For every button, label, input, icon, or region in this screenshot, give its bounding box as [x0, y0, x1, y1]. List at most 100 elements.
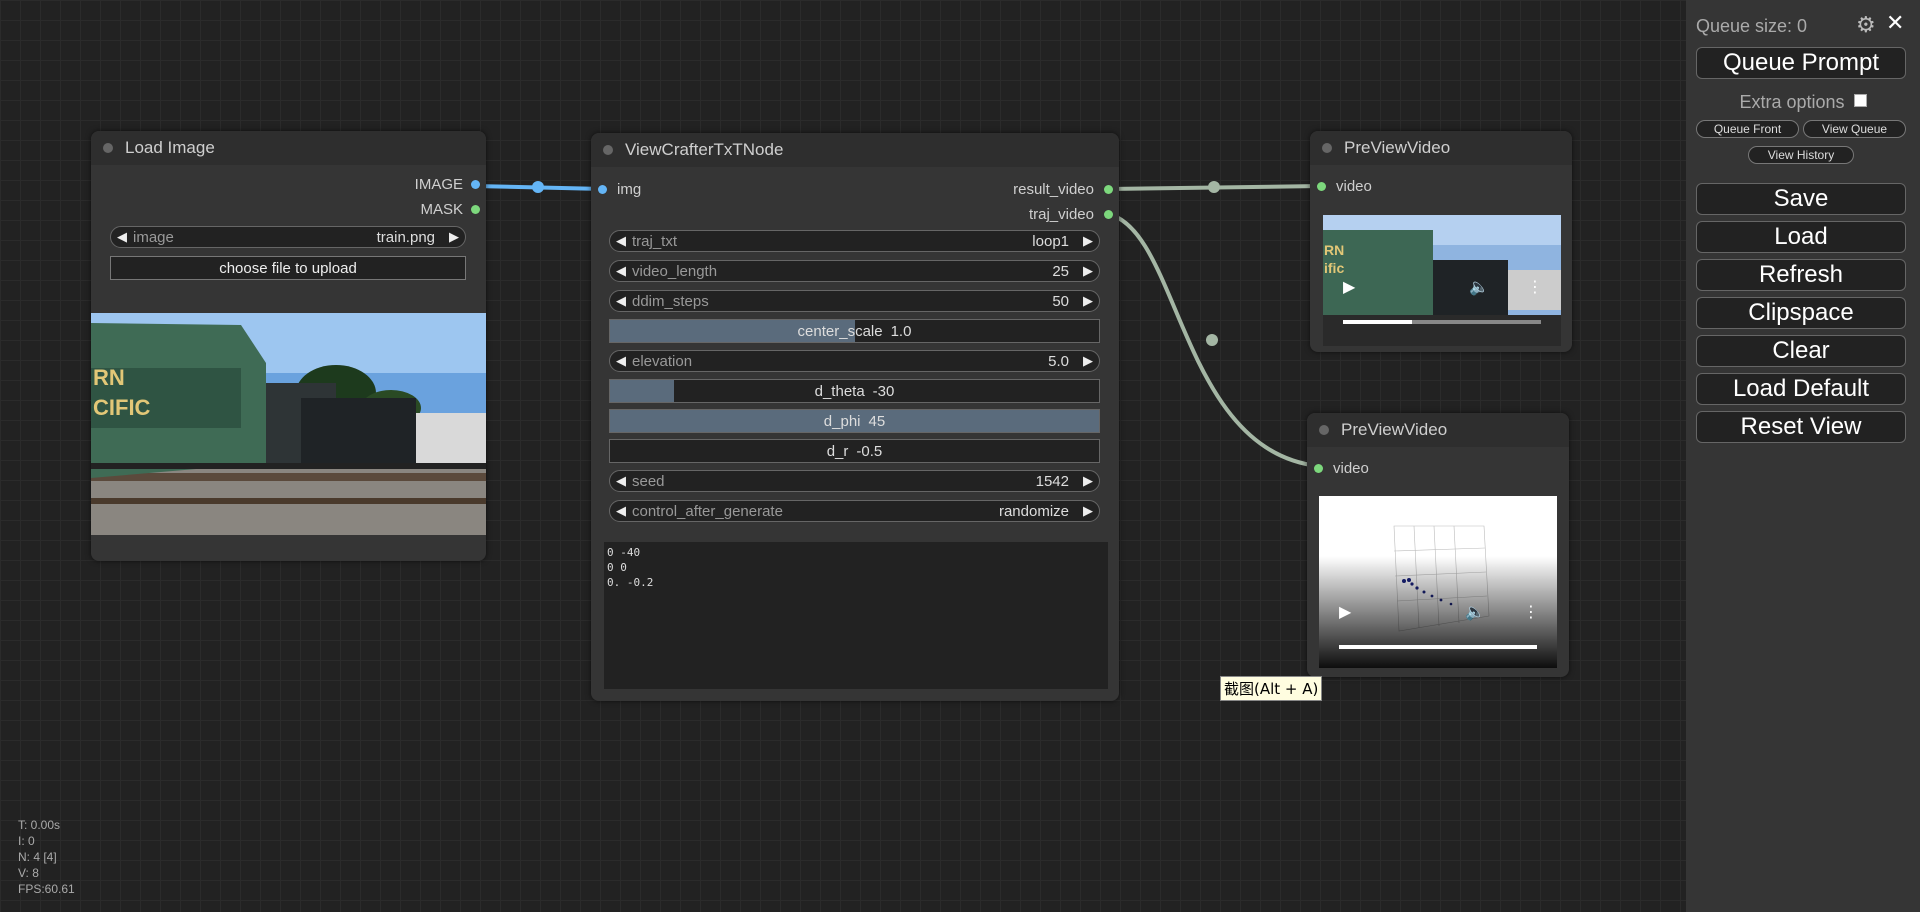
image-combo-widget[interactable]: ◀ image train.png ▶ [110, 226, 466, 248]
d-r-slider[interactable]: d_r -0.5 [609, 439, 1100, 463]
d-phi-slider[interactable]: d_phi 45 [609, 409, 1100, 433]
widget-value: train.png [376, 228, 435, 246]
clipspace-button[interactable]: Clipspace [1696, 297, 1906, 329]
node-title-bar[interactable]: PreViewVideo [1310, 131, 1572, 165]
output-slot-image[interactable]: IMAGE [415, 176, 480, 193]
gear-icon[interactable]: ⚙ [1856, 12, 1876, 38]
widget-label: video_length [632, 262, 718, 280]
elevation-widget[interactable]: ◀ elevation 5.0 ▶ [609, 350, 1100, 372]
slot-label: result_video [1013, 181, 1094, 198]
slot-dot-icon[interactable] [598, 185, 607, 194]
extra-options-checkbox[interactable] [1853, 94, 1867, 107]
volume-icon[interactable]: 🔈 [1469, 277, 1489, 297]
left-arrow-icon[interactable]: ◀ [610, 353, 632, 369]
stat-fps: FPS:60.61 [18, 882, 75, 896]
slot-dot-icon[interactable] [1317, 182, 1326, 191]
slot-dot-icon[interactable] [471, 180, 480, 189]
right-arrow-icon[interactable]: ▶ [1077, 353, 1099, 369]
collapse-dot-icon[interactable] [1319, 425, 1329, 435]
input-slot-img[interactable]: img [598, 181, 641, 198]
upload-button[interactable]: choose file to upload [110, 256, 466, 280]
right-arrow-icon[interactable]: ▶ [1077, 293, 1099, 309]
output-slot-mask[interactable]: MASK [420, 201, 480, 218]
right-arrow-icon[interactable]: ▶ [1077, 503, 1099, 519]
more-options-icon[interactable]: ⋮ [1527, 277, 1543, 297]
video-progress-bar[interactable] [1343, 320, 1541, 324]
stat-time: T: 0.00s [18, 818, 61, 832]
wire-traj-video [1107, 212, 1319, 468]
collapse-dot-icon[interactable] [603, 145, 613, 155]
play-icon[interactable]: ▶ [1339, 602, 1351, 622]
node-title: ViewCrafterTxTNode [625, 140, 784, 159]
extra-options-row: Extra options [1686, 92, 1920, 113]
video-length-widget[interactable]: ◀ video_length 25 ▶ [609, 260, 1100, 282]
ddim-steps-widget[interactable]: ◀ ddim_steps 50 ▶ [609, 290, 1100, 312]
traj-txt-widget[interactable]: ◀ traj_txt loop1 ▶ [609, 230, 1100, 252]
right-arrow-icon[interactable]: ▶ [1077, 263, 1099, 279]
input-slot-video[interactable]: video [1317, 178, 1372, 195]
slot-dot-icon[interactable] [471, 205, 480, 214]
slot-dot-icon[interactable] [1314, 464, 1323, 473]
loaded-image-preview: RN CIFIC [91, 313, 486, 535]
view-history-button[interactable]: View History [1748, 146, 1854, 164]
viewcrafter-node[interactable]: ViewCrafterTxTNode img result_video traj… [591, 133, 1119, 701]
play-icon[interactable]: ▶ [1343, 277, 1355, 297]
left-arrow-icon[interactable]: ◀ [610, 233, 632, 249]
output-slot-traj-video[interactable]: traj_video [1029, 206, 1113, 223]
load-button[interactable]: Load [1696, 221, 1906, 253]
right-arrow-icon[interactable]: ▶ [1077, 473, 1099, 489]
slot-label: IMAGE [414, 176, 463, 193]
more-options-icon[interactable]: ⋮ [1523, 602, 1539, 622]
trajectory-textarea[interactable] [604, 542, 1108, 689]
control-after-generate-widget[interactable]: ◀ control_after_generate randomize ▶ [609, 500, 1100, 522]
slider-label: center_scale [797, 322, 883, 340]
preview-video-node-2[interactable]: PreViewVideo video ▶ 🔈 ⋮ [1307, 413, 1569, 677]
volume-icon[interactable]: 🔈 [1465, 602, 1485, 622]
clear-button[interactable]: Clear [1696, 335, 1906, 367]
queue-front-button[interactable]: Queue Front [1696, 120, 1799, 138]
node-title-bar[interactable]: Load Image [91, 131, 486, 165]
left-arrow-icon[interactable]: ◀ [610, 263, 632, 279]
load-default-button[interactable]: Load Default [1696, 373, 1906, 405]
video-progress-bar[interactable] [1339, 645, 1537, 649]
node-title-bar[interactable]: PreViewVideo [1307, 413, 1569, 447]
queue-prompt-button[interactable]: Queue Prompt [1696, 47, 1906, 79]
left-arrow-icon[interactable]: ◀ [111, 229, 133, 245]
preview-video-node-1[interactable]: PreViewVideo video RN ific ▶ 🔈 ⋮ [1310, 131, 1572, 352]
slot-dot-icon[interactable] [1104, 210, 1113, 219]
right-arrow-icon[interactable]: ▶ [1077, 233, 1099, 249]
seed-widget[interactable]: ◀ seed 1542 ▶ [609, 470, 1100, 492]
collapse-dot-icon[interactable] [1322, 143, 1332, 153]
wire-image-midpoint [532, 181, 544, 193]
slot-label: video [1333, 460, 1369, 477]
collapse-dot-icon[interactable] [103, 143, 113, 153]
widget-value: 1542 [1035, 472, 1069, 490]
slot-label: video [1336, 178, 1372, 195]
widget-label: ddim_steps [632, 292, 709, 310]
right-arrow-icon[interactable]: ▶ [443, 229, 465, 245]
center-scale-slider[interactable]: center_scale 1.0 [609, 319, 1100, 343]
video-player[interactable]: RN ific ▶ 🔈 ⋮ [1323, 215, 1561, 346]
left-arrow-icon[interactable]: ◀ [610, 503, 632, 519]
widget-value: randomize [998, 502, 1069, 520]
render-stats: T: 0.00s I: 0 N: 4 [4] V: 8 FPS:60.61 [18, 817, 75, 897]
node-title: PreViewVideo [1344, 138, 1451, 157]
widget-value: loop1 [1032, 232, 1069, 250]
d-theta-slider[interactable]: d_theta -30 [609, 379, 1100, 403]
output-slot-result-video[interactable]: result_video [1013, 181, 1113, 198]
video-player[interactable]: ▶ 🔈 ⋮ [1319, 496, 1557, 668]
video-frame-icon: RN ific [1323, 215, 1561, 346]
slot-dot-icon[interactable] [1104, 185, 1113, 194]
slider-label: d_phi [823, 412, 861, 430]
load-image-node[interactable]: Load Image IMAGE MASK ◀ image train.png … [91, 131, 486, 561]
left-arrow-icon[interactable]: ◀ [610, 473, 632, 489]
node-title-bar[interactable]: ViewCrafterTxTNode [591, 133, 1119, 167]
reset-view-button[interactable]: Reset View [1696, 411, 1906, 443]
save-button[interactable]: Save [1696, 183, 1906, 215]
refresh-button[interactable]: Refresh [1696, 259, 1906, 291]
input-slot-video[interactable]: video [1314, 460, 1369, 477]
view-queue-button[interactable]: View Queue [1803, 120, 1906, 138]
slider-label: d_theta [814, 382, 865, 400]
left-arrow-icon[interactable]: ◀ [610, 293, 632, 309]
close-icon[interactable]: ✕ [1886, 10, 1904, 36]
